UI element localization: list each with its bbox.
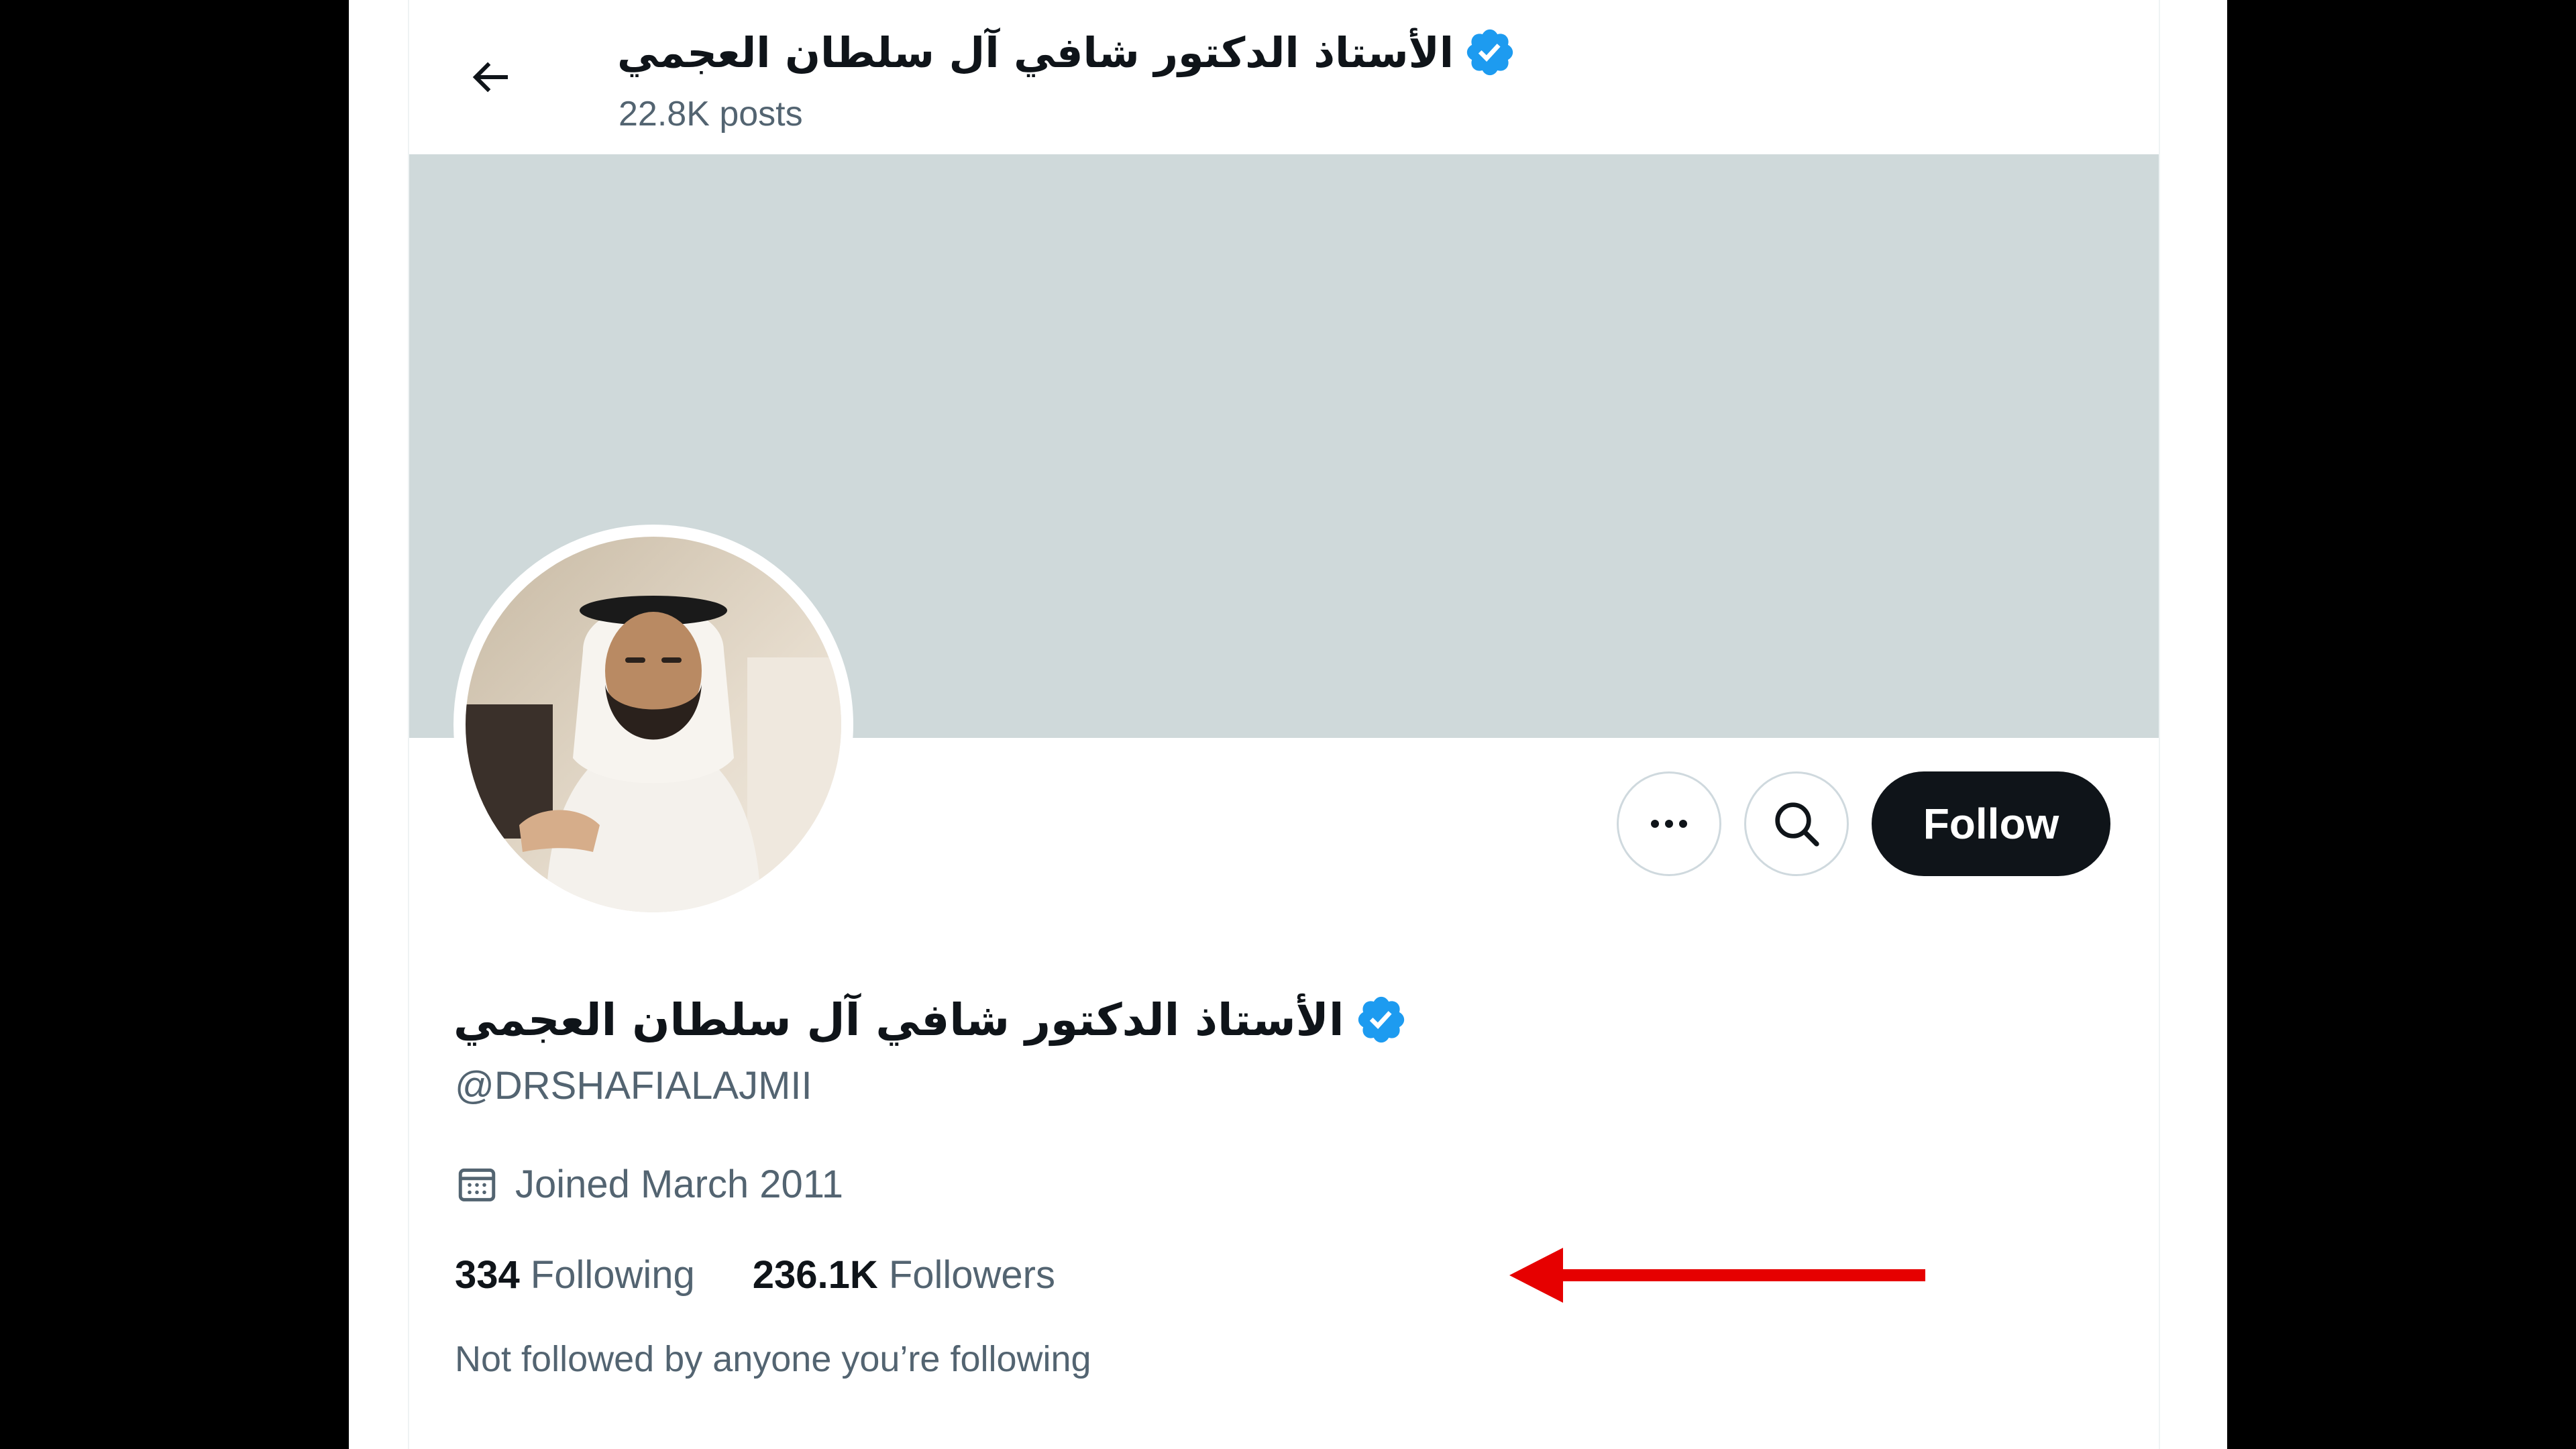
followers-link[interactable]: 236.1K Followers xyxy=(753,1252,1055,1297)
profile-name: الأستاذ الدكتور شافي آل سلطان العجمي xyxy=(453,983,1408,1057)
join-date: Joined March 2011 xyxy=(455,1154,843,1214)
avatar-photo xyxy=(466,537,841,912)
following-count: 334 xyxy=(455,1252,520,1297)
post-count: 22.8K posts xyxy=(619,95,803,133)
annotation-arrow-icon xyxy=(1509,1248,1925,1303)
join-date-text: Joined March 2011 xyxy=(515,1162,844,1206)
page: الأستاذ الدكتور شافي آل سلطان العجمي 22.… xyxy=(349,0,2227,1449)
arrow-left-icon xyxy=(472,62,508,93)
header-title: الأستاذ الدكتور شافي آل سلطان العجمي xyxy=(617,19,1517,86)
followers-you-know: Not followed by anyone you’re following xyxy=(455,1339,1091,1379)
more-horizontal-icon xyxy=(1651,820,1687,828)
profile-name-text: الأستاذ الدكتور شافي آل سلطان العجمي xyxy=(453,994,1344,1046)
following-link[interactable]: 334 Following xyxy=(455,1252,695,1297)
verified-badge-icon[interactable] xyxy=(1354,993,1408,1046)
profile-handle: @DRSHAFIALAJMII xyxy=(455,1064,812,1108)
followers-label: Followers xyxy=(888,1252,1055,1297)
profile-column: الأستاذ الدكتور شافي آل سلطان العجمي 22.… xyxy=(408,0,2160,1449)
follow-button[interactable]: Follow xyxy=(1872,771,2110,876)
more-options-button[interactable] xyxy=(1617,771,1721,876)
search-icon xyxy=(1775,802,1819,847)
header-name-text: الأستاذ الدكتور شافي آل سلطان العجمي xyxy=(617,28,1454,77)
calendar-icon xyxy=(458,1168,496,1201)
search-profile-button[interactable] xyxy=(1744,771,1849,876)
following-label: Following xyxy=(530,1252,695,1297)
verified-badge-icon xyxy=(1466,29,1513,76)
followers-count: 236.1K xyxy=(752,1252,878,1297)
avatar[interactable] xyxy=(453,525,853,924)
back-button[interactable] xyxy=(456,44,523,111)
follow-stats: 334 Following 236.1K Followers xyxy=(455,1244,1055,1305)
